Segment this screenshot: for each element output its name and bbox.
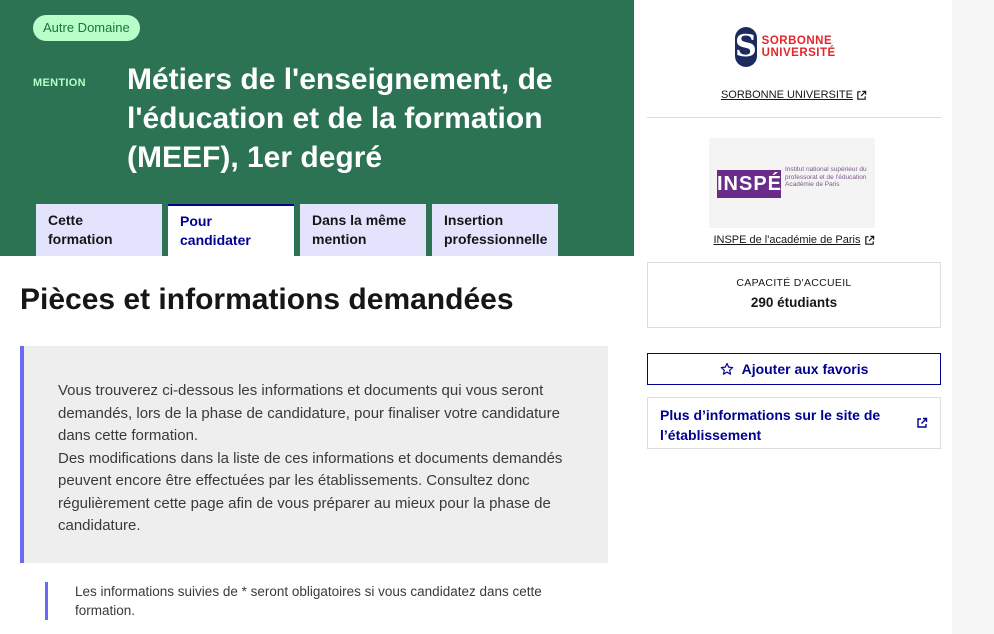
formation-title: Métiers de l'enseignement, de l'éducatio… (127, 63, 553, 174)
tab-pour-candidater[interactable]: Pour candidater (168, 204, 294, 256)
more-info-label: Plus d’informations sur le site de l’éta… (660, 407, 881, 443)
sorbonne-logo-text: SORBONNE UNIVERSITÉ (761, 35, 836, 59)
more-info-link[interactable]: Plus d’informations sur le site de l’éta… (647, 397, 941, 449)
inspe-link[interactable]: INSPE de l'académie de Paris (647, 234, 941, 246)
domain-badge: Autre Domaine (33, 15, 140, 41)
sorbonne-mark-icon: S (735, 27, 757, 67)
inspe-link-label: INSPE de l'académie de Paris (713, 234, 861, 246)
external-link-icon (857, 90, 867, 100)
section-title: Pièces et informations demandées (20, 283, 514, 316)
sorbonne-logo: S SORBONNE UNIVERSITÉ (735, 25, 855, 69)
star-icon (720, 362, 733, 375)
inspe-logo: INSPÉ Institut national supérieur du pro… (709, 138, 875, 228)
inspe-logo-subtext: Institut national supérieur du professor… (785, 166, 867, 188)
formation-hero: Autre Domaine MENTION Métiers de l'ensei… (0, 0, 634, 256)
add-favorite-label: Ajouter aux favoris (741, 361, 869, 377)
divider (647, 117, 941, 118)
capacity-value: 290 étudiants (750, 295, 838, 310)
tab-insertion-professionnelle[interactable]: Insertion professionnelle (432, 204, 558, 256)
capacity-label: CAPACITÉ D'ACCUEIL (736, 277, 852, 289)
add-favorite-button[interactable]: Ajouter aux favoris (647, 353, 941, 385)
sidebar: S SORBONNE UNIVERSITÉ SORBONNE UNIVERSIT… (647, 0, 941, 634)
sorbonne-link[interactable]: SORBONNE UNIVERSITE (647, 89, 941, 101)
formation-tabs: Cette formation Pour candidater Dans la … (36, 204, 558, 256)
tab-dans-la-meme-mention[interactable]: Dans la même mention (300, 204, 426, 256)
tab-cette-formation[interactable]: Cette formation (36, 204, 162, 256)
inspe-logo-mark: INSPÉ (717, 170, 781, 198)
external-link-icon (864, 235, 874, 245)
capacity-card: CAPACITÉ D'ACCUEIL 290 étudiants (647, 262, 941, 328)
callout-text: Vous trouverez ci-dessous les informatio… (58, 382, 563, 534)
page-gutter (952, 0, 994, 634)
mandatory-note: Les informations suivies de * seront obl… (45, 582, 585, 620)
mention-label: MENTION (33, 77, 86, 89)
external-link-icon (917, 417, 928, 428)
info-callout: Vous trouverez ci-dessous les informatio… (20, 346, 608, 563)
sorbonne-link-label: SORBONNE UNIVERSITE (720, 89, 853, 101)
